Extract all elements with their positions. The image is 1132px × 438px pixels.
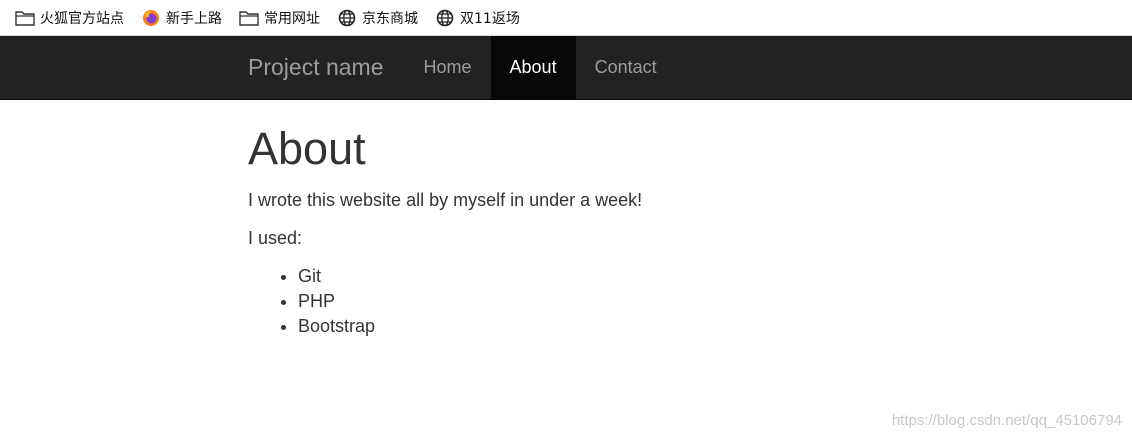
bookmark-label: 新手上路: [166, 10, 222, 27]
globe-icon: [336, 7, 358, 29]
navbar-brand[interactable]: Project name: [233, 36, 399, 99]
bookmark-label: 常用网址: [264, 10, 320, 27]
nav-about[interactable]: About: [490, 36, 576, 99]
bookmark-label: 双11返场: [460, 10, 520, 27]
tools-list: Git PHP Bootstrap: [248, 264, 948, 339]
bookmark-double11[interactable]: 双11返场: [434, 7, 520, 29]
bookmark-label: 火狐官方站点: [40, 10, 124, 27]
firefox-icon: [140, 7, 162, 29]
globe-icon: [434, 7, 456, 29]
bookmark-getting-started[interactable]: 新手上路: [140, 7, 222, 29]
list-item: Git: [298, 264, 948, 289]
main-content: About I wrote this website all by myself…: [248, 100, 948, 339]
nav-home[interactable]: Home: [405, 36, 491, 99]
list-item: Bootstrap: [298, 314, 948, 339]
intro-text: I wrote this website all by myself in un…: [248, 189, 643, 210]
bookmark-label: 京东商城: [362, 10, 418, 27]
bookmark-firefox-official[interactable]: 火狐官方站点: [14, 7, 124, 29]
bookmark-jd-mall[interactable]: 京东商城: [336, 7, 418, 29]
watermark: https://blog.csdn.net/qq_45106794: [891, 412, 1122, 429]
bookmark-common-sites[interactable]: 常用网址: [238, 7, 320, 29]
used-label: I used:: [248, 227, 303, 248]
page-title: About: [248, 123, 366, 174]
bookmarks-toolbar: 火狐官方站点 新手上路 常用网址 京东商城 双11返场: [0, 0, 1132, 36]
nav-contact[interactable]: Contact: [576, 36, 676, 99]
list-item: PHP: [298, 289, 948, 314]
folder-icon: [238, 7, 260, 29]
top-navbar: Project name Home About Contact: [0, 36, 1132, 100]
navbar-container: Project name Home About Contact: [233, 36, 676, 99]
folder-icon: [14, 7, 36, 29]
